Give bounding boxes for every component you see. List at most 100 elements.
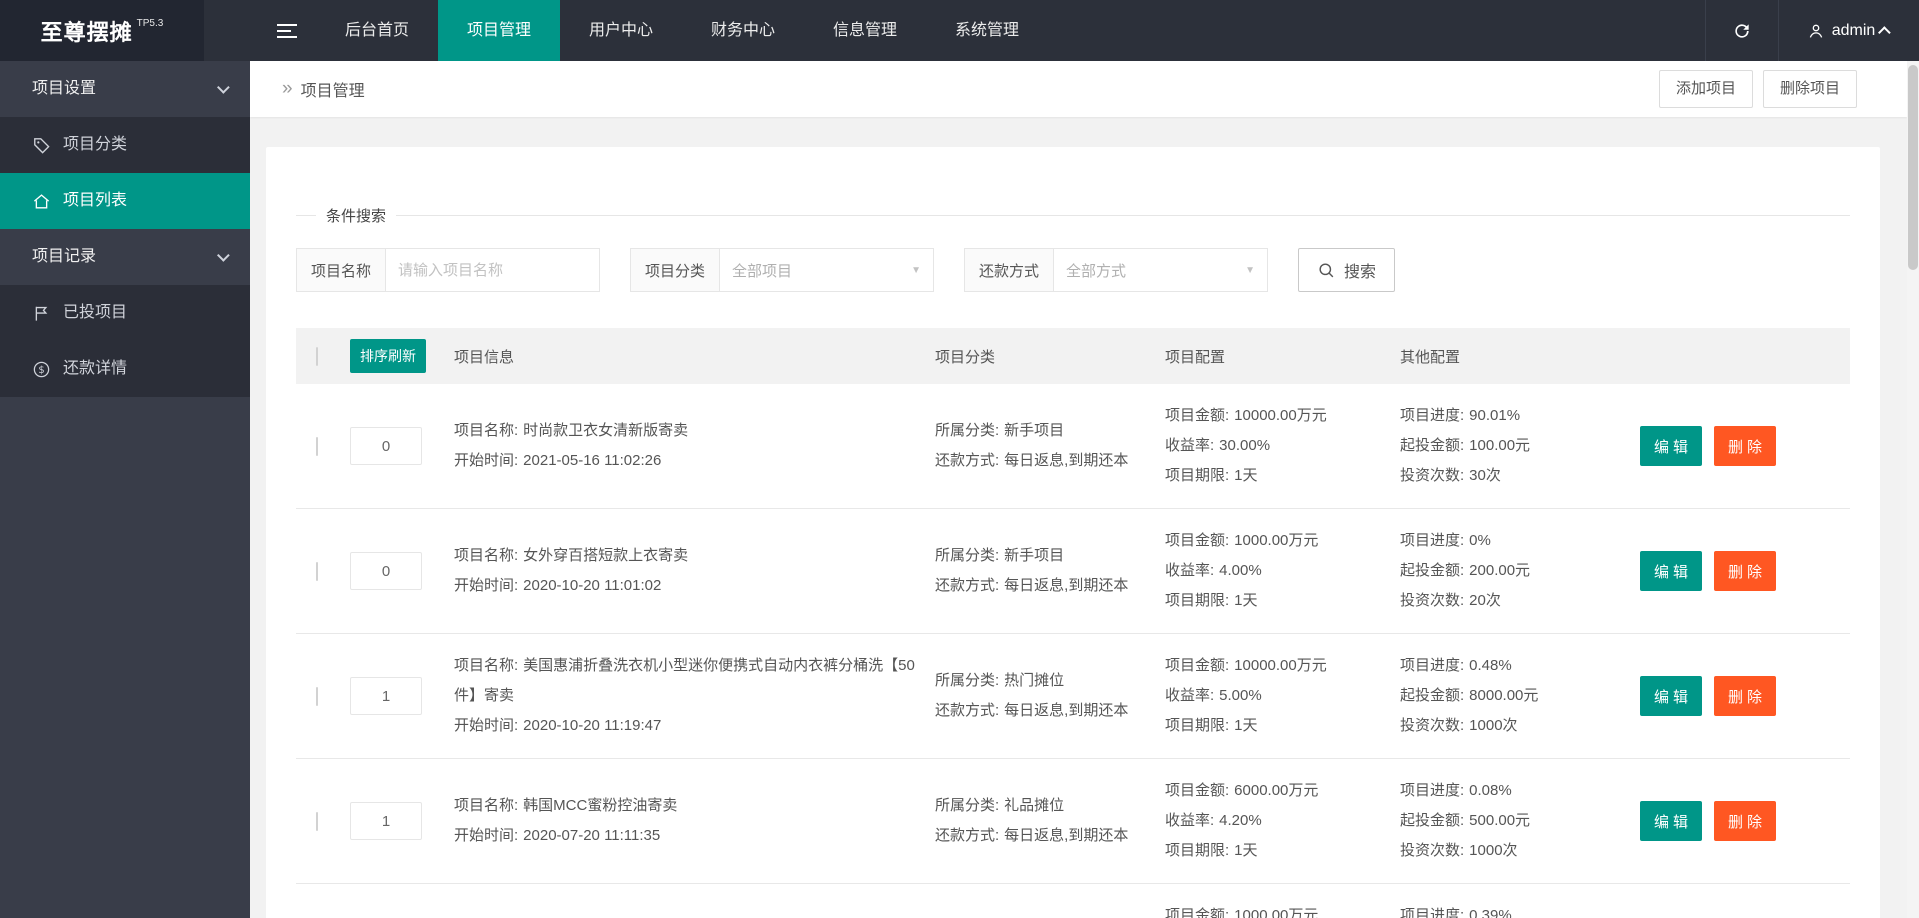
progress-value: 90.01% xyxy=(1469,407,1521,424)
delete-button[interactable]: 删除 xyxy=(1714,801,1777,841)
hamburger-icon xyxy=(277,23,297,38)
sidebar-item-invested-projects[interactable]: 已投项目 xyxy=(0,285,250,341)
row-checkbox[interactable] xyxy=(316,686,318,706)
other-config-cell: 项目进度: 0.48% 起投金额: 8000.00元 投资次数: 1000次 xyxy=(1400,651,1640,741)
page-actions: 添加项目 删除项目 xyxy=(1658,70,1857,108)
nav-item-system[interactable]: 系统管理 xyxy=(926,0,1048,61)
delete-button[interactable]: 删除 xyxy=(1714,426,1777,466)
delete-button[interactable]: 删除 xyxy=(1714,551,1777,591)
sidebar-group-project-settings[interactable]: 项目设置 xyxy=(0,61,250,117)
table-body: 项目名称:时尚款卫衣女清新版寄卖 开始时间:2021-05-16 11:02:2… xyxy=(296,384,1850,918)
row-checkbox[interactable] xyxy=(316,436,318,456)
sidebar-item-repayment-details[interactable]: $ 还款详情 xyxy=(0,341,250,397)
sort-order-input[interactable] xyxy=(350,802,422,840)
project-config-cell: 项目金额: 10000.00万元 收益率: 30.00% 项目期限: 1天 xyxy=(1165,401,1400,491)
row-checkbox[interactable] xyxy=(316,811,318,831)
breadcrumb: » 项目管理 xyxy=(282,77,365,101)
edit-button[interactable]: 编辑 xyxy=(1640,676,1703,716)
username: admin xyxy=(1831,21,1876,39)
other-config-cell: 项目进度: 90.01% 起投金额: 100.00元 投资次数: 30次 xyxy=(1400,401,1640,491)
invest-times-label: 投资次数: xyxy=(1400,842,1465,859)
rate-label: 收益率: xyxy=(1165,687,1215,704)
scrollbar-thumb[interactable] xyxy=(1908,65,1918,270)
category-value: 礼品摊位 xyxy=(1004,797,1065,814)
repay-select[interactable]: 全部方式 ▼ xyxy=(1053,248,1269,292)
nav-item-finance[interactable]: 财务中心 xyxy=(682,0,804,61)
row-actions-cell: 编辑 删除 xyxy=(1640,676,1850,716)
invest-times-value: 30次 xyxy=(1469,467,1501,484)
progress-value: 0.39% xyxy=(1469,907,1512,918)
col-header-config: 项目配置 xyxy=(1165,348,1226,366)
duration-label: 项目期限: xyxy=(1165,592,1230,609)
sidebar-group-label: 项目记录 xyxy=(32,248,97,265)
sort-refresh-button[interactable]: 排序刷新 xyxy=(350,339,426,373)
duration-label: 项目期限: xyxy=(1165,717,1230,734)
sort-order-input[interactable] xyxy=(350,427,422,465)
project-config-cell: 项目金额:1000.00万元 收益率:5.00% 项目期限:1天 xyxy=(1165,901,1400,918)
sidebar-group-project-records[interactable]: 项目记录 xyxy=(0,229,250,285)
row-checkbox[interactable] xyxy=(316,561,318,581)
nav-item-users[interactable]: 用户中心 xyxy=(560,0,682,61)
select-all-checkbox[interactable] xyxy=(316,346,318,366)
amount-value: 1000.00万元 xyxy=(1234,907,1319,918)
nav-item-projects[interactable]: 项目管理 xyxy=(438,0,560,61)
progress-label: 项目进度: xyxy=(1400,782,1465,799)
edit-button[interactable]: 编辑 xyxy=(1640,801,1703,841)
project-name-field: 项目名称 xyxy=(296,248,601,292)
other-config-cell: 项目进度: 0.08% 起投金额: 500.00元 投资次数: 1000次 xyxy=(1400,776,1640,866)
caret-down-icon: ▼ xyxy=(1245,264,1256,276)
row-actions-cell: 编辑 删除 xyxy=(1640,551,1850,591)
project-name-input[interactable] xyxy=(385,248,601,292)
category-label: 所属分类: xyxy=(935,547,1000,564)
rate-value: 30.00% xyxy=(1219,437,1271,454)
min-invest-value: 8000.00元 xyxy=(1469,687,1539,704)
project-table: 排序刷新 项目信息 项目分类 项目配置 其他配置 项目名称:时尚款卫衣女清新版寄… xyxy=(296,328,1850,918)
amount-label: 项目金额: xyxy=(1165,782,1230,799)
app-logo: 至尊摆摊 TP5.3 xyxy=(0,0,204,61)
category-value: 新手项目 xyxy=(1004,547,1065,564)
search-button-label: 搜索 xyxy=(1344,264,1377,281)
search-button[interactable]: 搜索 xyxy=(1298,248,1396,292)
user-menu[interactable]: admin xyxy=(1779,0,1919,61)
duration-value: 1天 xyxy=(1234,842,1258,859)
progress-value: 0% xyxy=(1469,532,1491,549)
duration-label: 项目期限: xyxy=(1165,842,1230,859)
start-time-value: 2020-10-20 11:01:02 xyxy=(523,577,662,594)
add-project-button[interactable]: 添加项目 xyxy=(1658,70,1753,108)
project-category-cell: 所属分类: 礼品摊位 还款方式: 每日返息,到期还本 xyxy=(935,791,1165,851)
category-select[interactable]: 全部项目 ▼ xyxy=(719,248,935,292)
rate-value: 4.20% xyxy=(1219,812,1262,829)
edit-button[interactable]: 编辑 xyxy=(1640,551,1703,591)
search-legend: 条件搜索 xyxy=(326,208,387,225)
progress-value: 0.08% xyxy=(1469,782,1512,799)
nav-item-dashboard[interactable]: 后台首页 xyxy=(316,0,438,61)
nav-item-messages[interactable]: 信息管理 xyxy=(804,0,926,61)
amount-label: 项目金额: xyxy=(1165,532,1230,549)
refresh-button[interactable] xyxy=(1705,0,1779,61)
sort-order-input[interactable] xyxy=(350,677,422,715)
sidebar-item-project-list[interactable]: 项目列表 xyxy=(0,173,250,229)
invest-times-label: 投资次数: xyxy=(1400,467,1465,484)
project-category-field: 项目分类 全部项目 ▼ xyxy=(630,248,935,292)
sidebar-item-project-category[interactable]: 项目分类 xyxy=(0,117,250,173)
flag-icon xyxy=(35,306,48,321)
invest-times-value: 1000次 xyxy=(1469,842,1518,859)
edit-button[interactable]: 编辑 xyxy=(1640,426,1703,466)
breadcrumb-arrow-icon: » xyxy=(282,78,293,99)
delete-project-button[interactable]: 删除项目 xyxy=(1762,70,1857,108)
delete-button[interactable]: 删除 xyxy=(1714,676,1777,716)
col-header-info: 项目信息 xyxy=(454,348,515,366)
project-category-label: 项目分类 xyxy=(630,248,720,292)
project-info-cell: 项目名称: 时尚款卫衣女清新版寄卖 开始时间: 2021-05-16 11:02:2… xyxy=(454,416,935,476)
page-title: 项目管理 xyxy=(300,83,365,100)
sidebar-collapse-button[interactable] xyxy=(258,0,316,61)
project-name-value: 美国惠浦折叠洗衣机小型迷你便携式自动内衣裤分桶洗【50件】寄卖 xyxy=(454,657,915,704)
table-header: 排序刷新 项目信息 项目分类 项目配置 其他配置 xyxy=(296,328,1850,384)
sidebar-item-label: 还款详情 xyxy=(63,360,128,377)
min-invest-label: 起投金额: xyxy=(1400,437,1465,454)
sidebar-group-label: 项目设置 xyxy=(32,80,97,97)
project-name-label: 项目名称: xyxy=(454,422,519,439)
search-icon xyxy=(1319,262,1334,277)
rate-label: 收益率: xyxy=(1165,437,1215,454)
sort-order-input[interactable] xyxy=(350,552,422,590)
